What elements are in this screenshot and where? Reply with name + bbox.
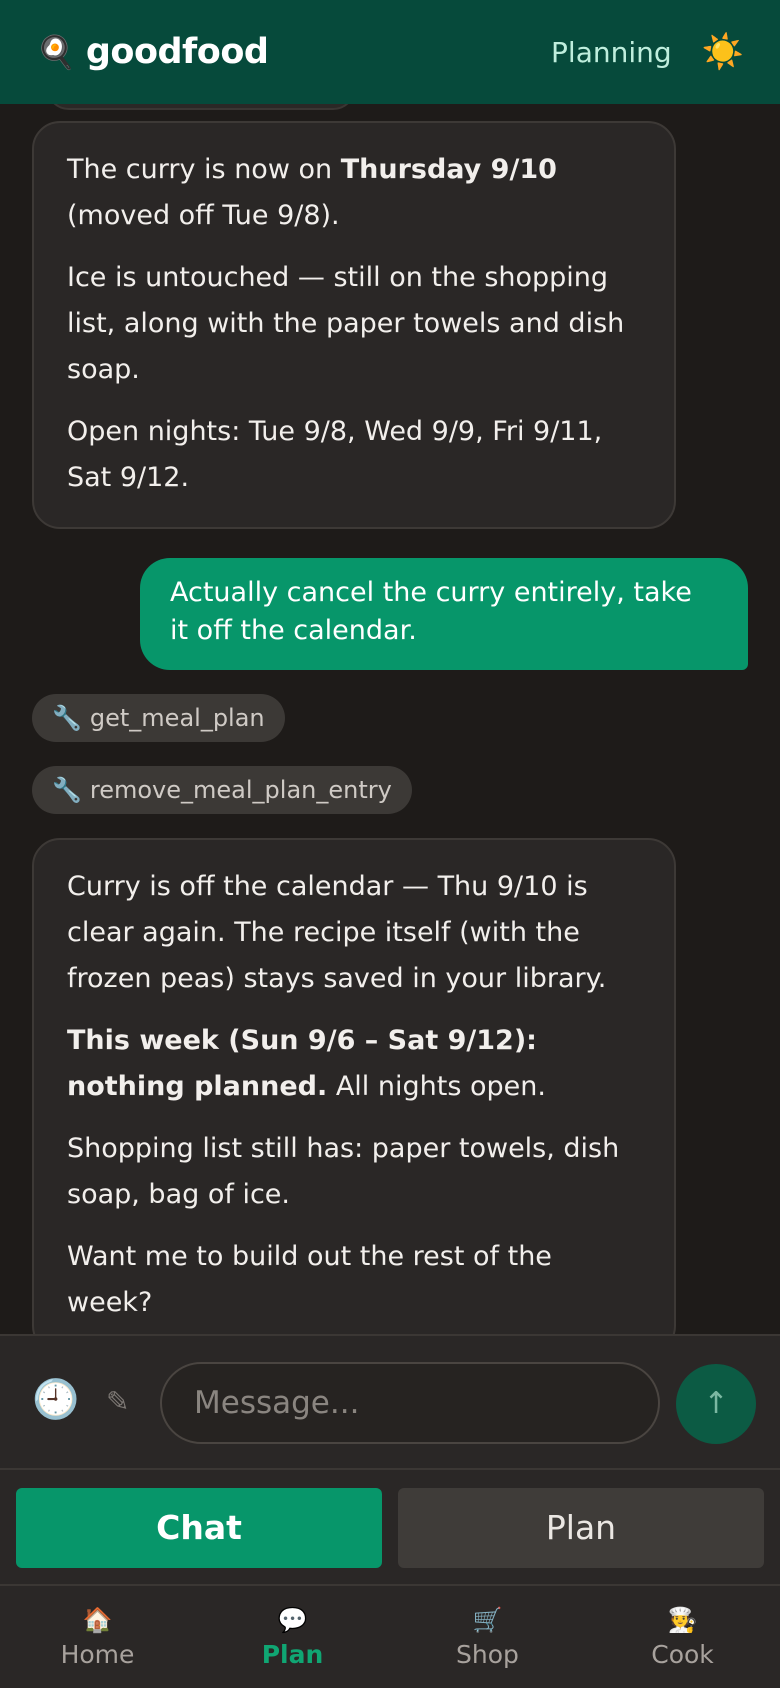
frying-pan-icon: 🍳 [36, 33, 76, 71]
assistant-message: Curry is off the calendar — Thu 9/10 is … [32, 838, 676, 1334]
wrench-icon: 🔧 [52, 704, 82, 732]
plan-mode-button[interactable]: Plan [398, 1488, 764, 1568]
sun-icon[interactable]: ☀️ [702, 35, 744, 69]
header-actions: Planning ☀️ [551, 35, 744, 69]
user-message: Actually cancel the curry entirely, take… [140, 558, 748, 670]
previous-tool-pill [46, 104, 356, 110]
nav-item-home[interactable]: 🏠 Home [0, 1586, 195, 1688]
nav-label: Cook [651, 1640, 714, 1669]
message-composer: 🕘 ✎ ↑ [0, 1334, 780, 1468]
send-button[interactable]: ↑ [676, 1364, 756, 1444]
tool-name: get_meal_plan [89, 704, 265, 732]
tool-call-pill[interactable]: 🔧 get_meal_plan [32, 694, 285, 742]
tool-call-pill[interactable]: 🔧 remove_meal_plan_entry [32, 766, 412, 814]
planning-link[interactable]: Planning [551, 36, 672, 69]
chat-mode-button[interactable]: Chat [16, 1488, 382, 1568]
house-icon: 🏠 [82, 1606, 113, 1634]
nav-item-shop[interactable]: 🛒 Shop [390, 1586, 585, 1688]
message-paragraph: Ice is untouched — still on the shopping… [67, 262, 625, 385]
mode-toggle: Chat Plan [0, 1468, 780, 1584]
message-paragraph: Want me to build out the rest of the wee… [67, 1241, 552, 1318]
wrench-icon: 🔧 [52, 776, 82, 804]
shopping-cart-icon: 🛒 [472, 1606, 503, 1634]
history-clock-icon[interactable]: 🕘 [32, 1380, 79, 1418]
nav-label: Home [60, 1640, 135, 1669]
speech-bubble-icon: 💬 [277, 1606, 308, 1634]
app-root: 🍳 goodfood Planning ☀️ The curry is now … [0, 0, 780, 1688]
logo[interactable]: 🍳 goodfood [36, 32, 269, 72]
message-paragraph: This week (Sun 9/6 – Sat 9/12): nothing … [67, 1025, 546, 1102]
chat-thread[interactable]: The curry is now on Thursday 9/10 (moved… [0, 104, 780, 1334]
app-name: goodfood [85, 32, 269, 72]
message-paragraph: The curry is now on Thursday 9/10 (moved… [67, 154, 557, 231]
assistant-message: The curry is now on Thursday 9/10 (moved… [32, 121, 676, 529]
top-header: 🍳 goodfood Planning ☀️ [0, 0, 780, 104]
message-paragraph: Open nights: Tue 9/8, Wed 9/9, Fri 9/11,… [67, 416, 603, 493]
message-input[interactable] [160, 1362, 660, 1444]
message-paragraph: Shopping list still has: paper towels, d… [67, 1133, 620, 1210]
message-paragraph: Curry is off the calendar — Thu 9/10 is … [67, 871, 607, 994]
nav-label: Shop [456, 1640, 519, 1669]
pencil-icon[interactable]: ✎ [106, 1388, 129, 1416]
nav-label: Plan [261, 1640, 324, 1669]
nav-item-cook[interactable]: 🧑‍🍳 Cook [585, 1586, 780, 1688]
bottom-nav: 🏠 Home 💬 Plan 🛒 Shop 🧑‍🍳 Cook [0, 1584, 780, 1688]
nav-item-plan[interactable]: 💬 Plan [195, 1586, 390, 1688]
chef-icon: 🧑‍🍳 [667, 1606, 698, 1634]
tool-name: remove_meal_plan_entry [89, 776, 392, 804]
